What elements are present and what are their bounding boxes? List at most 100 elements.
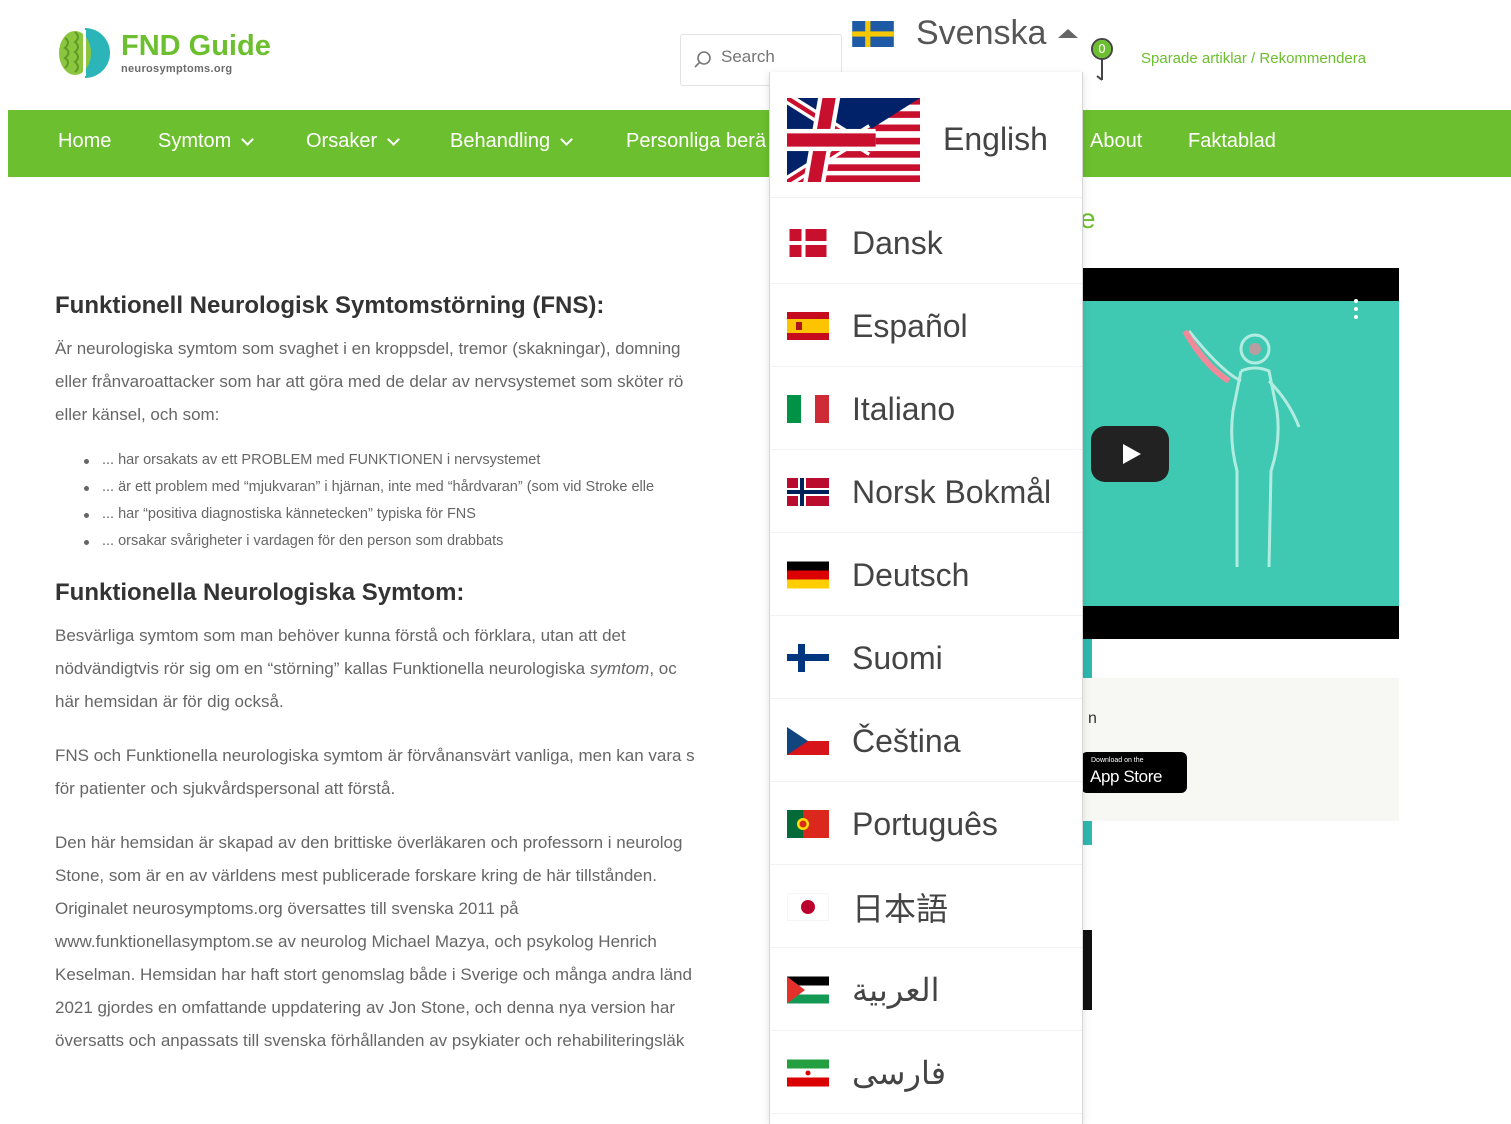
- paragraph-line: Besvärliga symtom som man behöver kunna …: [55, 626, 626, 645]
- saved-count-badge: 0: [1093, 40, 1111, 58]
- nav-behandling[interactable]: Behandling: [450, 130, 573, 153]
- palestine-flag-icon: [787, 976, 829, 1004]
- language-option-english[interactable]: English: [770, 82, 1082, 198]
- brain-logo-icon: [59, 28, 110, 78]
- language-option-norsk[interactable]: Norsk Bokmål: [770, 452, 1082, 533]
- paragraph-line: 2021 gjordes en omfattande uppdatering a…: [55, 998, 675, 1017]
- nav-label: About: [1090, 130, 1143, 152]
- paragraph-line: FNS och Funktionella neurologiska symtom…: [55, 746, 695, 765]
- text-run: , oc: [649, 659, 677, 678]
- language-option-japanese[interactable]: 日本語: [770, 867, 1082, 948]
- chevron-down-icon: [387, 132, 400, 146]
- language-option-espanol[interactable]: Español: [770, 286, 1082, 367]
- text-run: nödvändigtvis rör sig om en “störning” k…: [55, 659, 590, 678]
- fns-criteria-list: ... har orsakats av ett PROBLEM med FUNK…: [55, 447, 770, 555]
- denmark-flag-icon: [789, 229, 827, 257]
- saved-articles-link[interactable]: Sparade artiklar / Rekommendera: [1141, 50, 1366, 67]
- paragraph-line: nödvändigtvis rör sig om en “störning” k…: [55, 652, 770, 685]
- iran-flag-icon: [787, 1059, 829, 1087]
- nav-symptom[interactable]: Symtom: [158, 130, 255, 153]
- language-label: فارسی: [852, 1055, 946, 1091]
- paragraph-line: eller frånvaroattacker som har att göra …: [55, 372, 684, 391]
- appstore-caption: Download on the: [1091, 757, 1144, 764]
- search-icon: [694, 51, 711, 68]
- paragraph-line: Stone, som är en av världens mest public…: [55, 866, 657, 885]
- list-item: ... är ett problem med “mjukvaran” i hjä…: [55, 474, 770, 501]
- language-label: Español: [852, 307, 968, 344]
- language-option-arabic[interactable]: العربية: [770, 950, 1082, 1031]
- nav-label: Faktablad: [1188, 130, 1276, 152]
- section-heading-symptoms: Funktionella Neurologiska Symtom:: [55, 579, 465, 606]
- more-vertical-icon[interactable]: [1353, 298, 1359, 320]
- nav-orsaker[interactable]: Orsaker: [306, 130, 400, 153]
- chevron-down-icon: [241, 132, 255, 146]
- language-label: English: [943, 121, 1048, 157]
- nav-about[interactable]: About: [1090, 130, 1142, 153]
- language-label: العربية: [852, 972, 940, 1008]
- language-option-italiano[interactable]: Italiano: [770, 369, 1082, 450]
- language-label: Dansk: [852, 224, 943, 261]
- language-option-suomi[interactable]: Suomi: [770, 618, 1082, 699]
- app-promo-panel: [1081, 678, 1399, 821]
- czech-flag-icon: [787, 727, 829, 755]
- site-logo[interactable]: FND Guide neurosymptoms.org: [55, 24, 271, 82]
- japan-flag-icon: [787, 893, 829, 921]
- nav-label: Symtom: [158, 130, 232, 152]
- norway-flag-icon: [787, 478, 829, 506]
- caret-up-icon: [1058, 29, 1079, 38]
- nav-label: Behandling: [450, 130, 551, 152]
- nav-label: Personliga berä: [626, 130, 767, 152]
- site-header: FND Guide neurosymptoms.org Svenska 0 Sp…: [0, 0, 1511, 108]
- sweden-flag-icon: [852, 20, 894, 47]
- main-nav: Home Symtom Orsaker Behandling Personlig…: [8, 110, 1511, 177]
- nav-label: Orsaker: [306, 130, 378, 152]
- paragraph-line: www.funktionellasymptom.se av neurolog M…: [55, 932, 657, 951]
- language-option-portugues[interactable]: Português: [770, 784, 1082, 865]
- language-option-farsi[interactable]: فارسی: [770, 1033, 1082, 1114]
- paragraph-line: Den här hemsidan är skapad av den britti…: [55, 833, 683, 852]
- paragraph-line: för patienter och sjukvårdspersonal att …: [55, 779, 396, 798]
- finland-flag-icon: [787, 644, 829, 672]
- section-heading-fns: Funktionell Neurologisk Symtomstörning (…: [55, 292, 605, 319]
- app-promo-text-partial: n: [1088, 710, 1097, 727]
- language-label: Čeština: [852, 722, 961, 759]
- language-option-deutsch[interactable]: Deutsch: [770, 535, 1082, 616]
- emphasis: symtom: [589, 659, 650, 678]
- language-label: Suomi: [852, 639, 943, 676]
- app-store-badge[interactable]: Download on the App Store: [1081, 752, 1187, 793]
- paragraph-line: Är neurologiska symtom som svaghet i en …: [55, 339, 681, 358]
- search-input[interactable]: [721, 47, 831, 67]
- nav-faktablad[interactable]: Faktablad: [1188, 130, 1276, 153]
- language-label: Deutsch: [852, 556, 970, 593]
- language-dropdown: English Dansk Español Italiano Norsk Bok…: [769, 72, 1083, 1124]
- language-switcher[interactable]: Svenska: [852, 14, 1079, 53]
- nav-home[interactable]: Home: [58, 130, 111, 153]
- chevron-down-icon: [560, 132, 573, 146]
- main-content: Funktionell Neurologisk Symtomstörning (…: [55, 290, 770, 1060]
- site-subtitle: neurosymptoms.org: [121, 63, 233, 75]
- paragraph-line: här hemsidan är för dig också.: [55, 692, 284, 711]
- appstore-label: App Store: [1090, 767, 1163, 786]
- language-label: Português: [852, 805, 998, 842]
- language-option-dansk[interactable]: Dansk: [770, 203, 1082, 284]
- language-label: Norsk Bokmål: [852, 473, 1052, 510]
- language-option-cestina[interactable]: Čeština: [770, 701, 1082, 782]
- list-item: ... har “positiva diagnostiska känneteck…: [55, 501, 770, 528]
- germany-flag-icon: [787, 561, 829, 589]
- list-item: ... har orsakats av ett PROBLEM med FUNK…: [55, 447, 770, 474]
- spain-flag-icon: [787, 312, 829, 340]
- portugal-flag-icon: [787, 810, 829, 838]
- nav-personliga[interactable]: Personliga berä: [626, 130, 766, 153]
- current-language: Svenska: [916, 14, 1047, 52]
- language-label: 日本語: [852, 891, 949, 927]
- play-button[interactable]: [1091, 426, 1169, 482]
- play-icon: [1123, 444, 1141, 464]
- paragraph-line: eller känsel, och som:: [55, 405, 220, 424]
- list-item: ... orsakar svårigheter i vardagen för d…: [55, 528, 770, 555]
- paragraph-line: Keselman. Hemsidan har haft stort genoms…: [55, 965, 692, 984]
- nav-label: Home: [58, 130, 112, 152]
- italy-flag-icon: [787, 395, 829, 423]
- paragraph-line: Originalet neurosymptoms.org översattes …: [55, 899, 519, 918]
- language-label: Italiano: [852, 390, 956, 427]
- uk-us-flag-icon: [787, 97, 920, 182]
